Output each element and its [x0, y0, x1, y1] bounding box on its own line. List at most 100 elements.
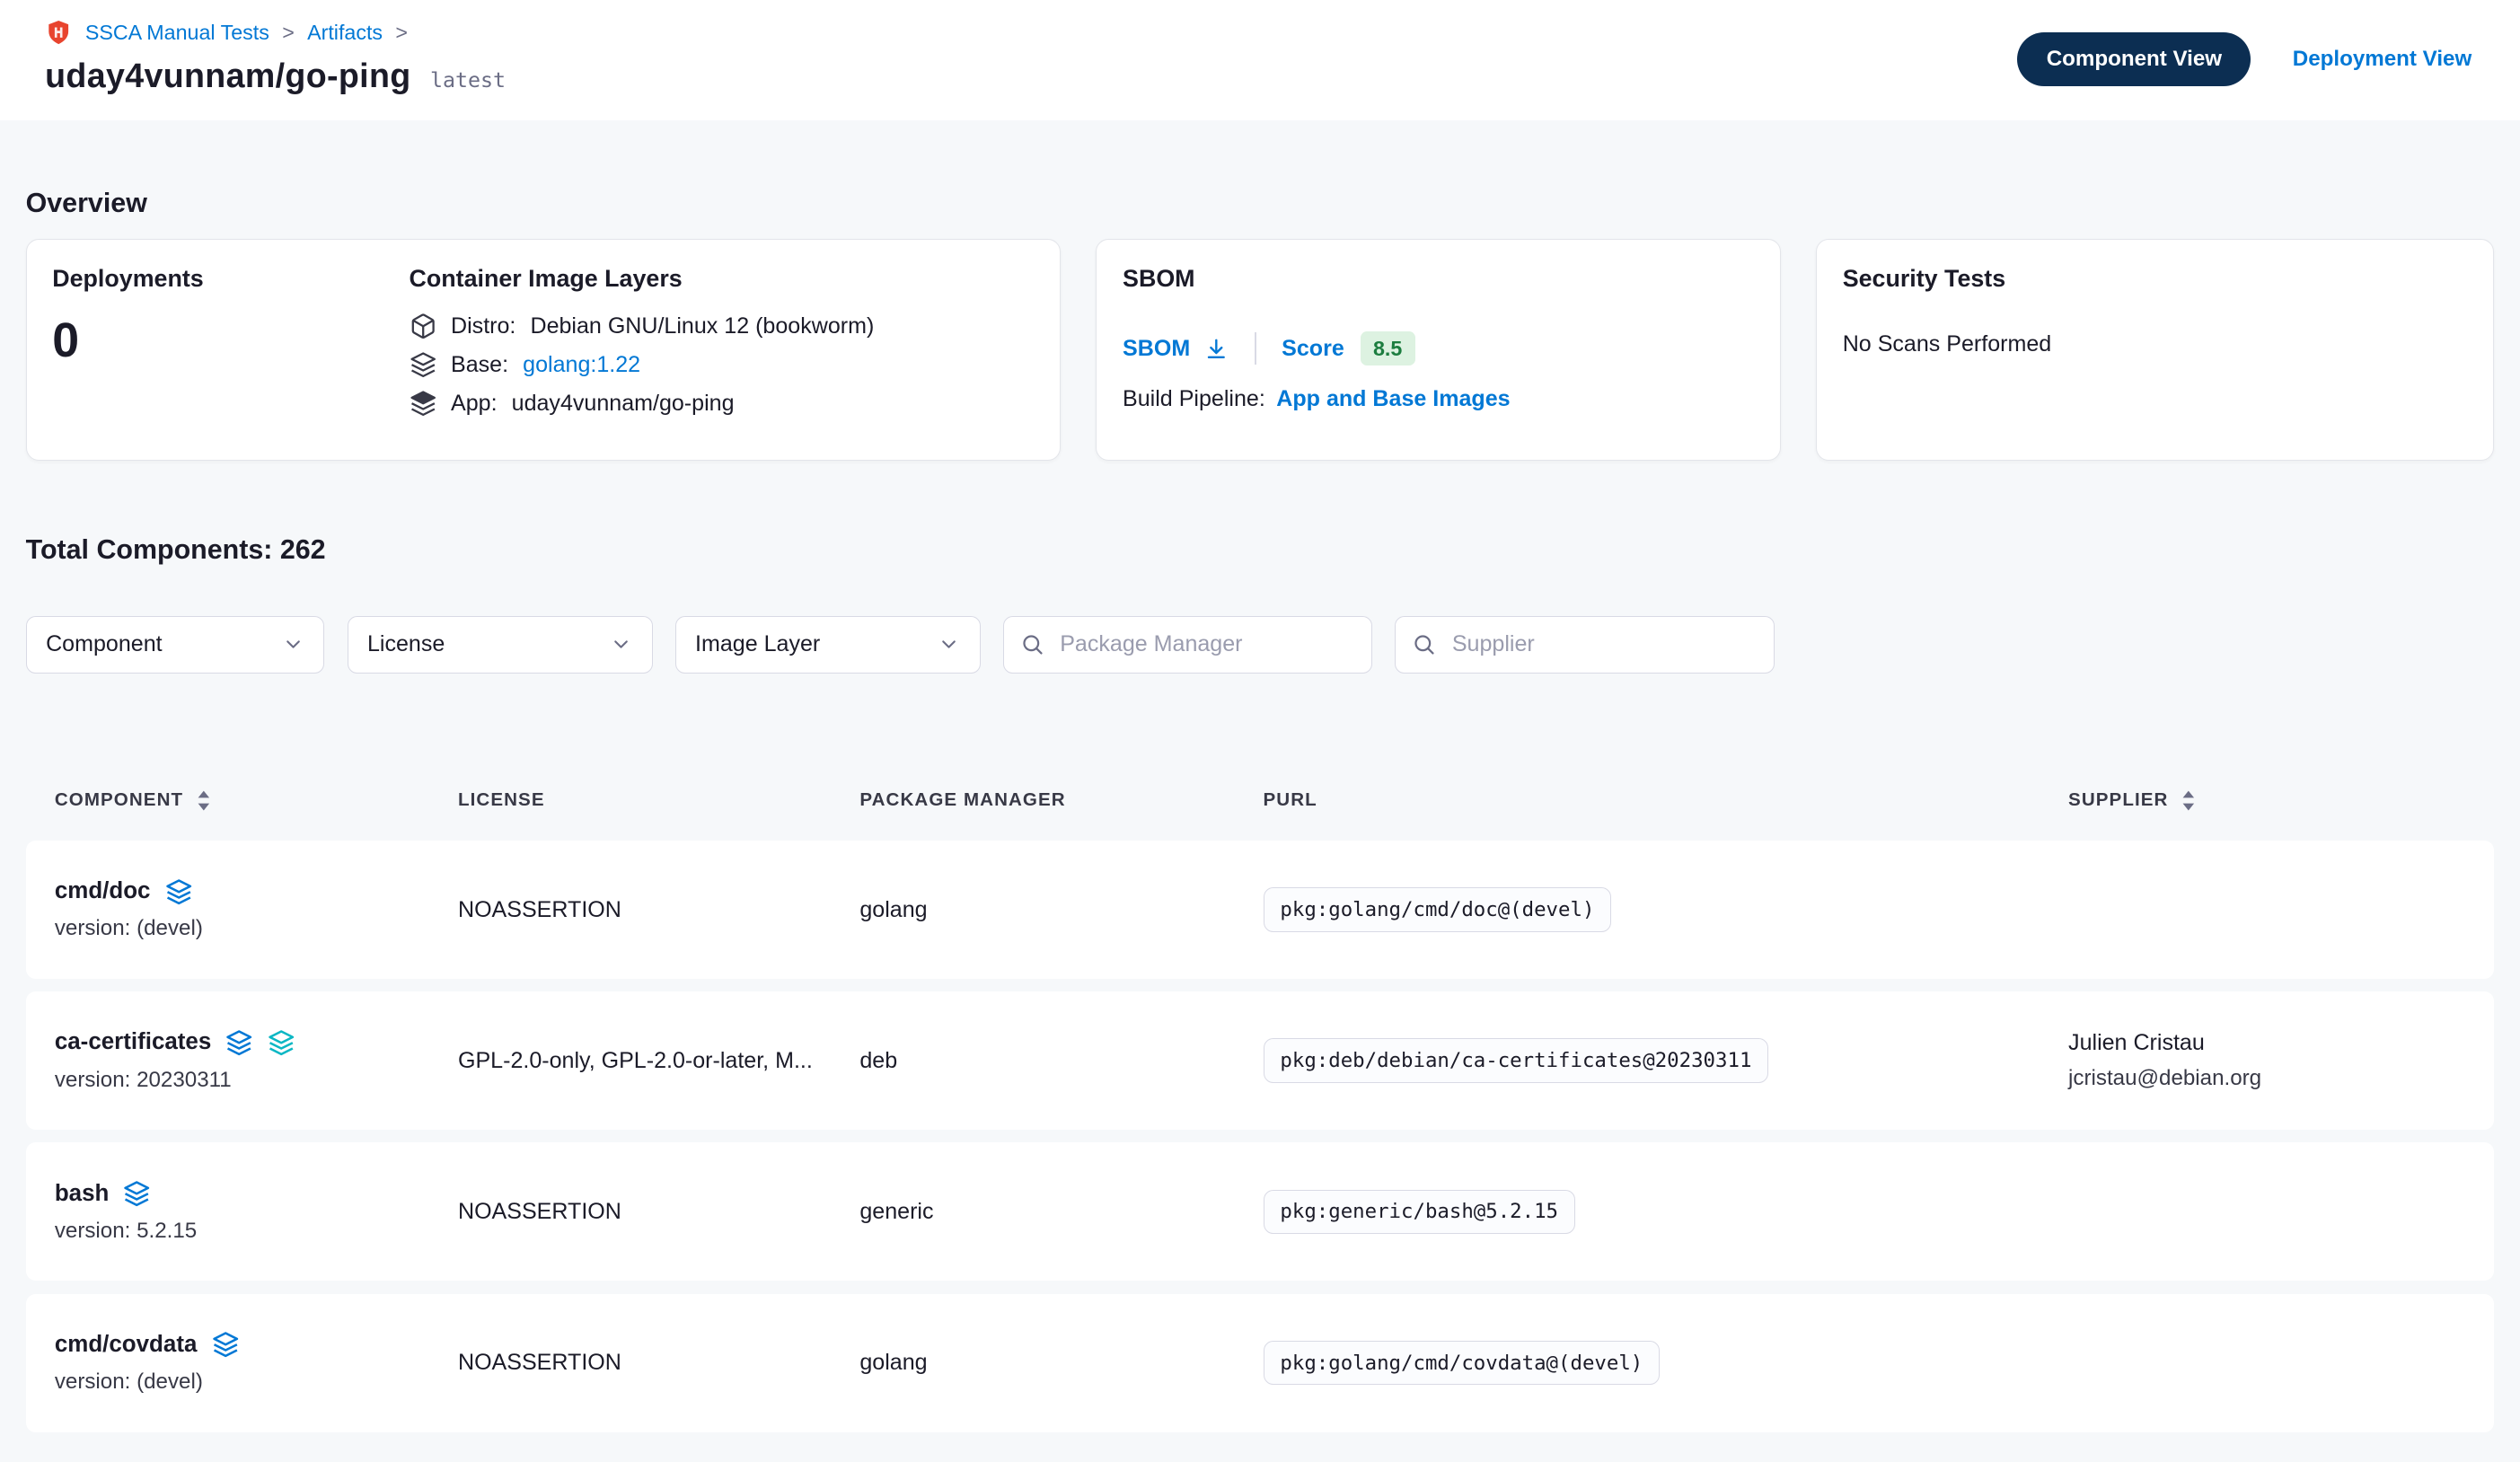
cube-icon: [410, 313, 436, 339]
build-pipeline-link[interactable]: App and Base Images: [1276, 386, 1510, 412]
chevron-down-icon: [610, 633, 632, 656]
layers-stack-icon: [410, 390, 436, 417]
breadcrumb-link-ssca-manual-tests[interactable]: SSCA Manual Tests: [85, 21, 269, 45]
column-header-component[interactable]: COMPONENT: [55, 789, 458, 812]
image-layer-filter-select[interactable]: Image Layer: [675, 616, 981, 674]
purl-chip[interactable]: pkg:golang/cmd/covdata@(devel): [1264, 1341, 1661, 1385]
table-row[interactable]: ca-certificates version: 20230311 GPL-2.…: [26, 991, 2495, 1130]
license-cell: GPL-2.0-only, GPL-2.0-or-later, M...: [458, 1048, 859, 1074]
base-image-link[interactable]: golang:1.22: [523, 352, 640, 378]
supplier-email: jcristau@debian.org: [2068, 1066, 2494, 1091]
layer-badge-icon[interactable]: [225, 1029, 252, 1056]
package-manager-header-label: PACKAGE MANAGER: [859, 789, 1065, 811]
sbom-card-label: SBOM: [1123, 265, 1754, 293]
component-name: cmd/doc: [55, 878, 151, 904]
download-icon: [1203, 336, 1229, 362]
layer-badge-icon[interactable]: [123, 1180, 150, 1207]
table-row[interactable]: cmd/covdata version: (devel) NOASSERTION…: [26, 1294, 2495, 1432]
supplier-header-label: SUPPLIER: [2068, 789, 2168, 811]
component-header-label: COMPONENT: [55, 789, 183, 811]
purl-cell: pkg:generic/bash@5.2.15: [1264, 1190, 2069, 1234]
component-cell: ca-certificates version: 20230311: [55, 1029, 458, 1093]
license-filter-select[interactable]: License: [348, 616, 653, 674]
deployments-count: 0: [52, 313, 409, 368]
component-cell: cmd/doc version: (devel): [55, 878, 458, 942]
build-pipeline-row: Build Pipeline: App and Base Images: [1123, 386, 1754, 412]
layer-badge-icon[interactable]: [165, 878, 192, 905]
sort-icon[interactable]: [195, 789, 213, 812]
table-row[interactable]: cmd/doc version: (devel) NOASSERTION gol…: [26, 841, 2495, 979]
main-content: Overview Deployments 0 Container Image L…: [0, 188, 2520, 1441]
layer-row-base: Base: golang:1.22: [410, 351, 875, 378]
component-filter-select[interactable]: Component: [26, 616, 325, 674]
build-pipeline-label: Build Pipeline:: [1123, 386, 1265, 412]
chevron-down-icon: [938, 633, 960, 656]
search-icon: [1020, 632, 1044, 656]
artifact-tag-latest: latest: [430, 68, 506, 92]
security-tests-card: Security Tests No Scans Performed: [1816, 239, 2494, 461]
sbom-download-link[interactable]: SBOM: [1123, 336, 1229, 362]
deployments-section: Deployments 0: [52, 265, 409, 434]
component-name: bash: [55, 1181, 110, 1207]
package-manager-search-input[interactable]: [1057, 630, 1356, 660]
deployment-view-link[interactable]: Deployment View: [2293, 47, 2472, 72]
breadcrumb-separator: >: [282, 21, 295, 45]
sbom-score-badge: 8.5: [1361, 331, 1415, 366]
base-label: Base:: [451, 352, 508, 378]
filters-bar: Component License Image Layer: [26, 616, 2495, 674]
component-cell: cmd/covdata version: (devel): [55, 1331, 458, 1395]
package-manager-cell: golang: [859, 897, 1263, 923]
supplier-search: [1395, 616, 1774, 674]
breadcrumb: SSCA Manual Tests > Artifacts >: [45, 19, 506, 46]
layer-badge-icon[interactable]: [268, 1029, 295, 1056]
purl-chip[interactable]: pkg:generic/bash@5.2.15: [1264, 1190, 1575, 1234]
search-icon: [1412, 632, 1436, 656]
app-value: uday4vunnam/go-ping: [512, 391, 735, 417]
column-header-package-manager: PACKAGE MANAGER: [859, 789, 1263, 811]
column-header-supplier[interactable]: SUPPLIER: [2068, 789, 2494, 812]
component-name: ca-certificates: [55, 1029, 211, 1055]
breadcrumb-link-artifacts[interactable]: Artifacts: [307, 21, 383, 45]
column-header-license: LICENSE: [458, 789, 859, 811]
table-row[interactable]: bash version: 5.2.15 NOASSERTION generic…: [26, 1142, 2495, 1281]
breadcrumb-separator: >: [395, 21, 408, 45]
component-cell: bash version: 5.2.15: [55, 1180, 458, 1244]
total-components-heading: Total Components: 262: [26, 534, 2495, 566]
license-cell: NOASSERTION: [458, 897, 859, 923]
column-header-purl: PURL: [1264, 789, 2069, 811]
image-layers-section: Container Image Layers Distro: Debian GN…: [410, 265, 875, 434]
components-table: COMPONENT LICENSE PACKAGE MANAGER PURL S…: [26, 773, 2495, 1432]
package-manager-cell: generic: [859, 1199, 1263, 1225]
header-left: SSCA Manual Tests > Artifacts > uday4vun…: [45, 19, 506, 94]
package-manager-cell: deb: [859, 1048, 1263, 1074]
layer-row-app: App: uday4vunnam/go-ping: [410, 390, 875, 417]
license-cell: NOASSERTION: [458, 1350, 859, 1376]
purl-chip[interactable]: pkg:golang/cmd/doc@(devel): [1264, 887, 1612, 931]
sbom-row: SBOM Score 8.5: [1123, 331, 1754, 366]
sbom-download-label: SBOM: [1123, 336, 1190, 362]
package-manager-search: [1003, 616, 1373, 674]
purl-chip[interactable]: pkg:deb/debian/ca-certificates@20230311: [1264, 1038, 1769, 1082]
supplier-cell: Julien Cristau jcristau@debian.org: [2068, 1030, 2494, 1091]
supplier-search-input[interactable]: [1449, 630, 1757, 660]
component-view-button[interactable]: Component View: [2017, 32, 2251, 86]
table-header-row: COMPONENT LICENSE PACKAGE MANAGER PURL S…: [26, 773, 2495, 828]
deployments-label: Deployments: [52, 265, 409, 293]
purl-header-label: PURL: [1264, 789, 1317, 811]
component-filter-label: Component: [46, 631, 163, 657]
component-version: version: (devel): [55, 1370, 458, 1395]
layers-icon: [410, 351, 436, 378]
layer-badge-icon[interactable]: [212, 1331, 239, 1358]
overview-heading: Overview: [26, 188, 2495, 219]
purl-cell: pkg:golang/cmd/covdata@(devel): [1264, 1341, 2069, 1385]
image-layer-filter-label: Image Layer: [695, 631, 820, 657]
component-version: version: (devel): [55, 916, 458, 941]
harness-logo-icon: [45, 19, 72, 46]
chevron-down-icon: [282, 633, 304, 656]
security-tests-status: No Scans Performed: [1843, 331, 2468, 357]
ssca-artifact-page: SSCA Manual Tests > Artifacts > uday4vun…: [0, 0, 2520, 1462]
sort-icon[interactable]: [2180, 789, 2198, 812]
license-header-label: LICENSE: [458, 789, 545, 811]
app-label: App:: [451, 391, 498, 417]
title-row: uday4vunnam/go-ping latest: [45, 57, 506, 95]
